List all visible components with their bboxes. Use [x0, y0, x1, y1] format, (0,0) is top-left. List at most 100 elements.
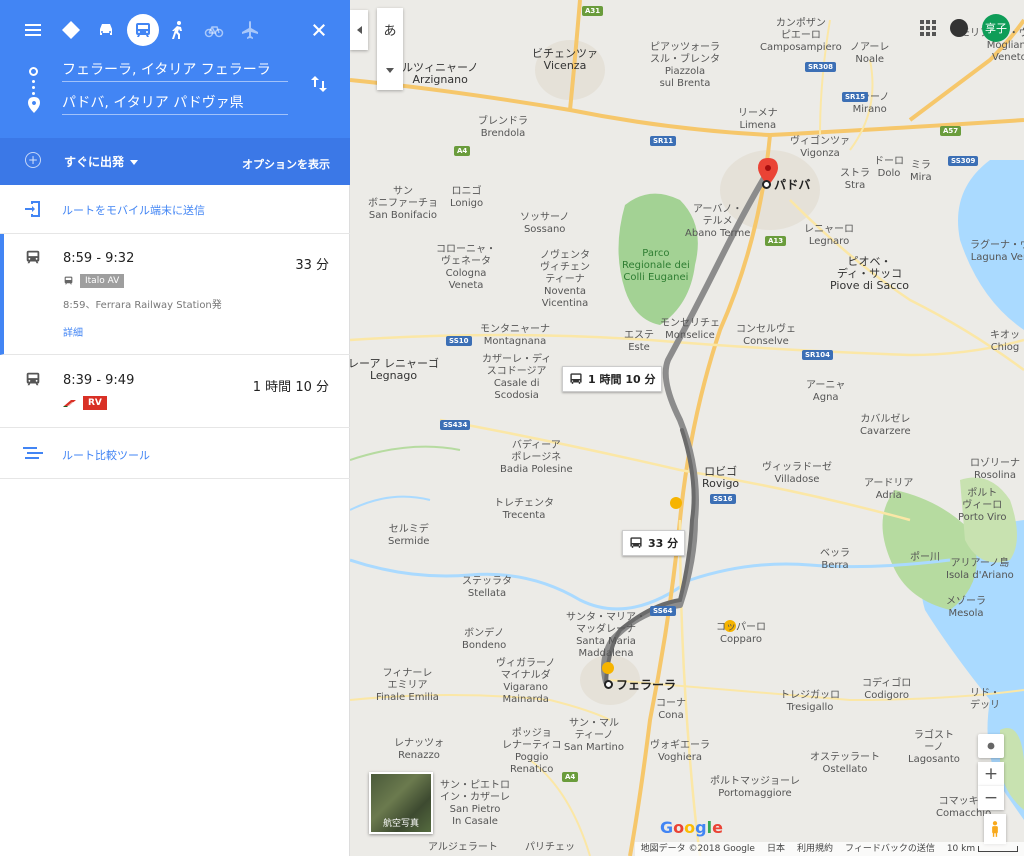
map-place-label[interactable]: アードリア Adria: [864, 478, 913, 502]
map-place-label[interactable]: コーナ Cona: [656, 698, 686, 722]
zoom-in-button[interactable]: +: [978, 762, 1004, 786]
origin-input[interactable]: フェラーラ, イタリア フェラーラ: [62, 60, 288, 82]
close-button[interactable]: [303, 14, 335, 46]
map-place-label[interactable]: ピオベ・ ディ・サッコ Piove di Sacco: [830, 256, 909, 292]
map-place-label[interactable]: ノアーレ Noale: [850, 42, 889, 66]
aerial-view-toggle[interactable]: 航空写真: [369, 772, 433, 834]
my-location-button[interactable]: [978, 734, 1004, 758]
trip-option[interactable]: 8:59 - 9:32 33 分 Italo AV 8:59、Ferrara R…: [0, 234, 350, 355]
street-view-pegman[interactable]: [984, 814, 1006, 844]
zoom-out-button[interactable]: −: [978, 786, 1004, 810]
map-place-label[interactable]: アルジェラート: [428, 842, 498, 854]
ime-dropdown-icon[interactable]: [386, 68, 394, 73]
map-place-label[interactable]: サン・マル ティーノ San Martino: [564, 718, 624, 754]
route-compare-row[interactable]: ルート比較ツール: [0, 428, 350, 479]
map-place-label[interactable]: ポー川: [910, 552, 940, 564]
map-place-label[interactable]: トレチェンタ Trecenta: [494, 498, 554, 522]
map-place-label[interactable]: サンタ・マリア・ マッダレーナ Santa Maria Maddalena: [566, 612, 646, 660]
map-place-label[interactable]: ビチェンツァ Vicenza: [532, 48, 598, 72]
show-options-link[interactable]: オプションを表示: [242, 156, 330, 172]
map-place-label[interactable]: バディーア ポレージネ Badia Polesine: [500, 440, 573, 476]
map-place-label[interactable]: モンタニャーナ Montagnana: [480, 324, 550, 348]
map-place-label[interactable]: ポルトマッジョーレ Portomaggiore: [710, 776, 800, 800]
map-place-label[interactable]: ポッジョ レナーティコ Poggio Renatico: [502, 728, 561, 776]
map-place-label[interactable]: カバルゼレ Cavarzere: [860, 414, 911, 438]
map-place-label[interactable]: ブレンドラ Brendola: [478, 116, 528, 140]
mode-drive-button[interactable]: [90, 14, 122, 46]
map-place-label[interactable]: ボンデノ Bondeno: [462, 628, 506, 652]
terms-link[interactable]: 利用規約: [797, 842, 833, 856]
add-destination-icon[interactable]: +: [25, 152, 41, 168]
map-place-label[interactable]: リーメナ Limena: [738, 108, 778, 132]
collapse-panel-button[interactable]: [350, 10, 368, 50]
map-place-label[interactable]: レーア レニャーゴ Legnago: [350, 358, 439, 382]
map-place-label[interactable]: コッパーロ Copparo: [716, 622, 766, 646]
map-place-label[interactable]: トレジガッロ Tresigallo: [780, 690, 840, 714]
mode-walk-button[interactable]: [162, 14, 194, 46]
map-place-label[interactable]: ラゴスト ーノ Lagosanto: [908, 730, 960, 766]
trip-option[interactable]: 8:39 - 9:49 1 時間 10 分 RV: [0, 356, 350, 428]
map-place-label[interactable]: ピアッツォーラ スル・ブレンタ Piazzola sul Brenta: [650, 42, 720, 90]
menu-button[interactable]: [17, 14, 49, 46]
map-place-label[interactable]: コンセルヴェ Conselve: [736, 324, 796, 348]
route-duration-label[interactable]: 33 分: [622, 530, 686, 556]
destination-input[interactable]: パドバ, イタリア パドヴァ県: [62, 93, 288, 115]
map-place-label[interactable]: サン・ピエトロ イン・カザーレ San Pietro In Casale: [440, 780, 510, 828]
mode-flight-button[interactable]: [234, 14, 266, 46]
map-place-label[interactable]: Parco Regionale dei Colli Euganei: [622, 248, 690, 284]
apps-grid-icon[interactable]: [920, 20, 936, 36]
send-to-mobile-row[interactable]: ルートをモバイル端末に送信: [0, 186, 350, 234]
mode-best-button[interactable]: [55, 14, 87, 46]
map-place-label[interactable]: ラグーナ・ヴ Laguna Ven: [970, 240, 1024, 264]
map-place-label[interactable]: メゾーラ Mesola: [946, 596, 986, 620]
mode-bike-button[interactable]: [198, 14, 230, 46]
map-place-label[interactable]: ベッラ Berra: [820, 548, 850, 572]
map-place-label[interactable]: エステ Este: [624, 330, 654, 354]
feedback-link[interactable]: フィードバックの送信: [845, 842, 935, 856]
route-duration-label[interactable]: 1 時間 10 分: [562, 366, 663, 392]
map-place-label[interactable]: ミラ Mira: [910, 160, 932, 184]
map-place-label[interactable]: ストラ Stra: [840, 168, 870, 192]
map-place-label[interactable]: ノヴェンタ ヴィチェン ティーナ Noventa Vicentina: [540, 250, 590, 310]
map-place-label[interactable]: ドーロ Dolo: [874, 156, 904, 180]
map-place-label[interactable]: ロゾリーナ Rosolina: [970, 458, 1020, 482]
map-place-label[interactable]: レナッツォ Renazzo: [394, 738, 444, 762]
map-place-label[interactable]: ルツィニャーノ Arzignano: [402, 62, 478, 86]
swap-icon[interactable]: [309, 74, 329, 94]
poi-icon[interactable]: [670, 497, 682, 509]
map-place-label[interactable]: レニャーロ Legnaro: [804, 224, 854, 248]
map-place-label[interactable]: セルミデ Sermide: [388, 524, 429, 548]
region-link[interactable]: 日本: [767, 842, 785, 856]
map-place-label[interactable]: オステッラート Ostellato: [810, 752, 880, 776]
map-place-label[interactable]: ポルト ヴィーロ Porto Viro: [958, 488, 1007, 524]
map-place-label[interactable]: カザーレ・ディ スコドージア Casale di Scodosia: [482, 354, 551, 402]
map-place-label[interactable]: ヴィガラーノ マイナルダ Vigarano Mainarda: [496, 658, 555, 706]
map-place-label[interactable]: モンセリチェ Monselice: [660, 318, 720, 342]
map-place-label[interactable]: リド・ デッリ: [970, 688, 1000, 712]
map-place-label[interactable]: ステッラタ Stellata: [462, 576, 512, 600]
map-place-label[interactable]: アーニャ Agna: [806, 380, 845, 404]
map-place-label[interactable]: ロビゴ Rovigo: [702, 466, 739, 490]
map-place-label[interactable]: ソッサーノ Sossano: [520, 212, 569, 236]
map-place-label[interactable]: サン ボニファーチョ San Bonifacio: [368, 186, 438, 222]
destination-place-label[interactable]: パドバ: [762, 176, 810, 193]
origin-place-label[interactable]: フェラーラ: [604, 676, 676, 693]
map-place-label[interactable]: ヴィゴンツァ Vigonza: [790, 136, 850, 160]
map-place-label[interactable]: パリチェッ: [525, 842, 575, 854]
notification-icon[interactable]: [950, 19, 968, 37]
map-place-label[interactable]: カンポザン ピエーロ Camposampiero: [760, 18, 842, 54]
map-place-label[interactable]: コディゴロ Codigoro: [862, 678, 911, 702]
mode-transit-button[interactable]: [127, 14, 159, 46]
trip-details-link[interactable]: 詳細: [63, 324, 83, 339]
avatar[interactable]: 享子: [982, 14, 1010, 42]
depart-time-dropdown[interactable]: すぐに出発: [64, 153, 139, 170]
map-place-label[interactable]: フィナーレ エミリア Finale Emilia: [376, 668, 439, 704]
map-canvas[interactable]: 1 時間 10 分 33 分 パドバ フェラーラ ビチェンツァ Vicenza ルツ…: [350, 0, 1024, 856]
poi-icon[interactable]: [602, 662, 614, 674]
map-place-label[interactable]: ヴィッラドーゼ Villadose: [762, 462, 832, 486]
input-method-box[interactable]: あ: [377, 8, 403, 90]
map-place-label[interactable]: アリアーノ島 Isola d'Ariano: [946, 558, 1014, 582]
map-place-label[interactable]: コローニャ・ ヴェネータ Cologna Veneta: [436, 244, 496, 292]
map-place-label[interactable]: アーバノ・ テルメ Abano Terme: [685, 204, 750, 240]
map-place-label[interactable]: ヴォギエーラ Voghiera: [650, 740, 710, 764]
